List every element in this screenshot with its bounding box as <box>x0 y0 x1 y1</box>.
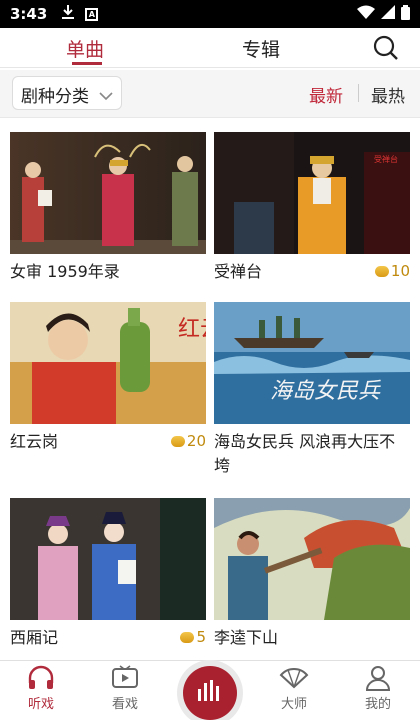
signal-icon <box>381 5 395 23</box>
opera-thumbnail: 海岛女民兵 <box>214 302 410 424</box>
nav-listen-label: 听戏 <box>27 697 54 712</box>
opera-thumbnail: 红云岗 <box>10 302 206 424</box>
card-title: 海岛女民兵 风浪再大压不垮 <box>214 432 396 475</box>
opera-card[interactable]: 女审 1959年录 <box>10 132 206 284</box>
opera-thumbnail <box>10 132 206 254</box>
tab-albums[interactable]: 专辑 <box>242 35 280 62</box>
coin-price: 5 <box>180 628 206 646</box>
nav-masters[interactable]: 大师 <box>264 665 324 712</box>
user-icon <box>348 665 408 691</box>
opera-card[interactable]: 李逵下山 <box>214 498 410 650</box>
coin-price: 20 <box>170 432 206 450</box>
top-tab-bar: 单曲 专辑 <box>0 28 420 68</box>
sort-hottest-button[interactable]: 最热 <box>371 82 405 107</box>
poster-text: 红云岗 <box>178 317 206 342</box>
coin-icon <box>374 265 389 277</box>
headphones-icon <box>11 665 71 691</box>
opera-card[interactable]: 受禅台 受禅台 10 <box>214 132 410 284</box>
notification-icon: A <box>85 7 99 21</box>
tab-singles[interactable]: 单曲 <box>66 35 104 62</box>
opera-thumbnail <box>214 498 410 620</box>
opera-card[interactable]: 海岛女民兵 海岛女民兵 风浪再大压不垮 <box>214 302 410 478</box>
player-button-inner <box>183 666 237 720</box>
coin-icon <box>170 435 185 447</box>
opera-card[interactable]: 西厢记 5 <box>10 498 206 650</box>
audio-bars-icon <box>197 679 223 707</box>
card-title: 女审 1959年录 <box>10 262 120 281</box>
nav-mine[interactable]: 我的 <box>348 665 408 712</box>
status-time: 3:43 <box>10 5 48 23</box>
opera-thumbnail: 受禅台 <box>214 132 410 254</box>
download-icon <box>61 4 75 24</box>
filter-row: 剧种分类 最新 最热 <box>0 70 420 118</box>
nav-listen[interactable]: 听戏 <box>11 665 71 712</box>
sort-divider <box>358 84 359 102</box>
coin-amount: 10 <box>390 262 410 280</box>
wifi-icon <box>357 5 375 23</box>
category-label: 剧种分类 <box>21 87 89 107</box>
tv-play-icon <box>95 665 155 691</box>
tab-active-indicator <box>72 62 102 65</box>
battery-icon <box>401 4 410 24</box>
status-bar: 3:43 A <box>0 0 420 28</box>
nav-masters-label: 大师 <box>280 697 307 712</box>
poster-text: 海岛女民兵 <box>270 379 381 404</box>
nav-watch[interactable]: 看戏 <box>95 665 155 712</box>
coin-amount: 5 <box>196 628 206 646</box>
nav-mine-label: 我的 <box>364 697 391 712</box>
opera-card[interactable]: 红云岗 红云岗 20 <box>10 302 206 454</box>
coin-icon <box>180 631 195 643</box>
sort-newest-button[interactable]: 最新 <box>309 82 343 107</box>
player-button[interactable] <box>177 660 243 720</box>
opera-thumbnail <box>10 498 206 620</box>
chevron-down-icon <box>99 86 113 106</box>
search-icon[interactable] <box>372 34 400 62</box>
coin-price: 10 <box>374 262 410 280</box>
stage-sign: 受禅台 <box>374 154 398 164</box>
fan-icon <box>264 665 324 691</box>
nav-watch-label: 看戏 <box>111 697 138 712</box>
category-dropdown[interactable]: 剧种分类 <box>12 76 122 110</box>
card-title: 西厢记 <box>10 628 59 647</box>
coin-amount: 20 <box>186 432 206 450</box>
card-title: 李逵下山 <box>214 628 279 647</box>
